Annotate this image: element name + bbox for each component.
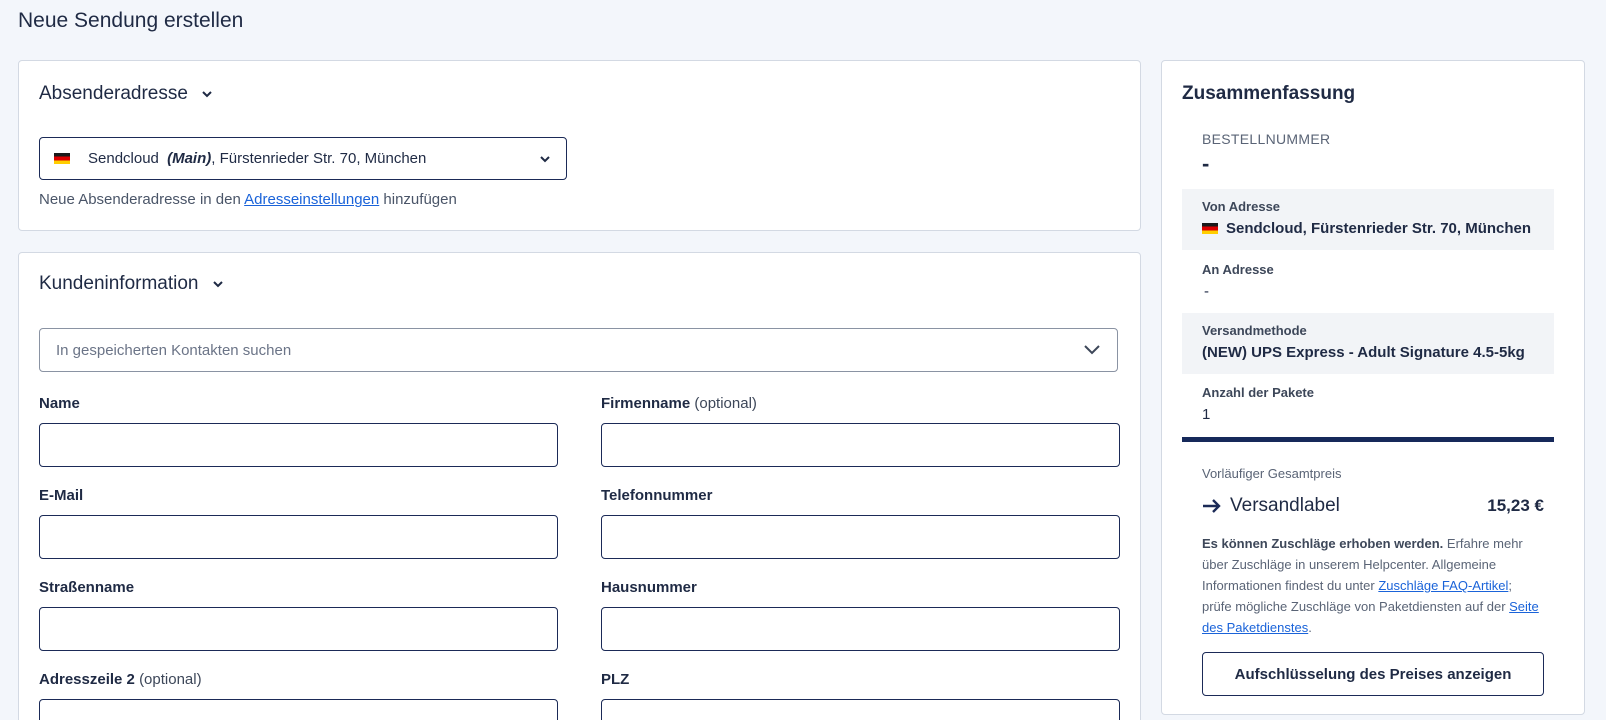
shipping-label-row: Versandlabel 15,23 € <box>1202 495 1544 517</box>
customer-info-toggle[interactable]: Kundeninformation <box>39 273 225 295</box>
sender-main-tag: (Main) <box>167 150 212 167</box>
chevron-down-icon <box>1084 345 1100 355</box>
total-price-label: Vorläufiger Gesamtpreis <box>1202 466 1342 481</box>
chevron-down-icon <box>540 156 550 163</box>
address2-label: Adresszeile 2 (optional) <box>39 671 202 688</box>
name-label: Name <box>39 395 80 412</box>
sender-address-select[interactable]: Sendcloud (Main), Fürstenrieder Str. 70,… <box>39 137 567 180</box>
to-address-row: An Adresse - <box>1182 251 1554 312</box>
phone-input[interactable] <box>601 515 1120 559</box>
address2-input[interactable] <box>39 699 558 720</box>
shipping-method-row: Versandmethode (NEW) UPS Express - Adult… <box>1182 313 1554 374</box>
packages-value: 1 <box>1202 406 1211 423</box>
sender-address-hint: Neue Absenderadresse in den Adresseinste… <box>39 191 457 208</box>
email-label: E-Mail <box>39 487 84 504</box>
address-settings-link[interactable]: Adresseinstellungen <box>244 191 379 208</box>
email-input[interactable] <box>39 515 558 559</box>
shipping-method-value: (NEW) UPS Express - Adult Signature 4.5-… <box>1202 344 1525 361</box>
summary-divider <box>1182 437 1554 442</box>
germany-flag-icon <box>1202 223 1218 234</box>
from-address-value: Sendcloud, Fürstenrieder Str. 70, Münche… <box>1226 220 1532 237</box>
surcharge-faq-link[interactable]: Zuschläge FAQ-Artikel <box>1378 578 1508 593</box>
contact-search-placeholder: In gespeicherten Kontakten suchen <box>56 341 292 359</box>
phone-label: Telefonnummer <box>601 487 713 504</box>
surcharge-note-end: . <box>1308 620 1312 635</box>
hint-prefix: Neue Absenderadresse in den <box>39 191 245 208</box>
zip-label: PLZ <box>601 671 630 688</box>
name-input[interactable] <box>39 423 558 467</box>
shipping-label-name: Versandlabel <box>1230 495 1340 516</box>
shipping-method-label: Versandmethode <box>1202 323 1307 338</box>
price-breakdown-button[interactable]: Aufschlüsselung des Preises anzeigen <box>1202 652 1544 696</box>
company-label: Firmenname (optional) <box>601 395 757 412</box>
customer-info-card: Kundeninformation In gespeicherten Konta… <box>18 252 1141 720</box>
to-address-value: - <box>1204 283 1209 300</box>
summary-heading: Zusammenfassung <box>1182 83 1356 104</box>
sender-name: Sendcloud <box>88 150 159 167</box>
hint-suffix: hinzufügen <box>379 191 457 208</box>
to-address-label: An Adresse <box>1202 262 1274 277</box>
page-title: Neue Sendung erstellen <box>18 9 244 32</box>
customer-info-heading: Kundeninformation <box>39 273 199 294</box>
zip-input[interactable] <box>601 699 1120 720</box>
from-address-row: Von Adresse Sendcloud, Fürstenrieder Str… <box>1182 189 1554 250</box>
sender-address-card: Absenderadresse Sendcloud (Main), Fürste… <box>18 60 1141 231</box>
chevron-down-icon <box>212 281 223 288</box>
order-number-label: BESTELLNUMMER <box>1202 131 1331 147</box>
sender-address-toggle[interactable]: Absenderadresse <box>39 83 214 105</box>
packages-label: Anzahl der Pakete <box>1202 385 1314 400</box>
street-input[interactable] <box>39 607 558 651</box>
arrow-right-icon <box>1203 499 1221 513</box>
chevron-down-icon <box>202 91 212 98</box>
contact-search-select[interactable]: In gespeicherten Kontakten suchen <box>39 328 1118 372</box>
summary-card: Zusammenfassung BESTELLNUMMER - Von Adre… <box>1161 60 1585 715</box>
packages-row: Anzahl der Pakete 1 <box>1182 375 1554 436</box>
surcharge-note: Es können Zuschläge erhoben werden. Erfa… <box>1202 533 1544 638</box>
street-label: Straßenname <box>39 579 135 596</box>
shipping-label-price: 15,23 € <box>1487 496 1544 515</box>
order-number-value: - <box>1202 151 1210 176</box>
sender-address: , Fürstenrieder Str. 70, München <box>211 150 427 167</box>
germany-flag-icon <box>54 153 70 164</box>
house-number-label: Hausnummer <box>601 579 697 596</box>
from-address-label: Von Adresse <box>1202 199 1281 214</box>
company-input[interactable] <box>601 423 1120 467</box>
surcharge-note-bold: Es können Zuschläge erhoben werden. <box>1202 536 1444 551</box>
house-number-input[interactable] <box>601 607 1120 651</box>
sender-address-heading: Absenderadresse <box>39 83 188 104</box>
